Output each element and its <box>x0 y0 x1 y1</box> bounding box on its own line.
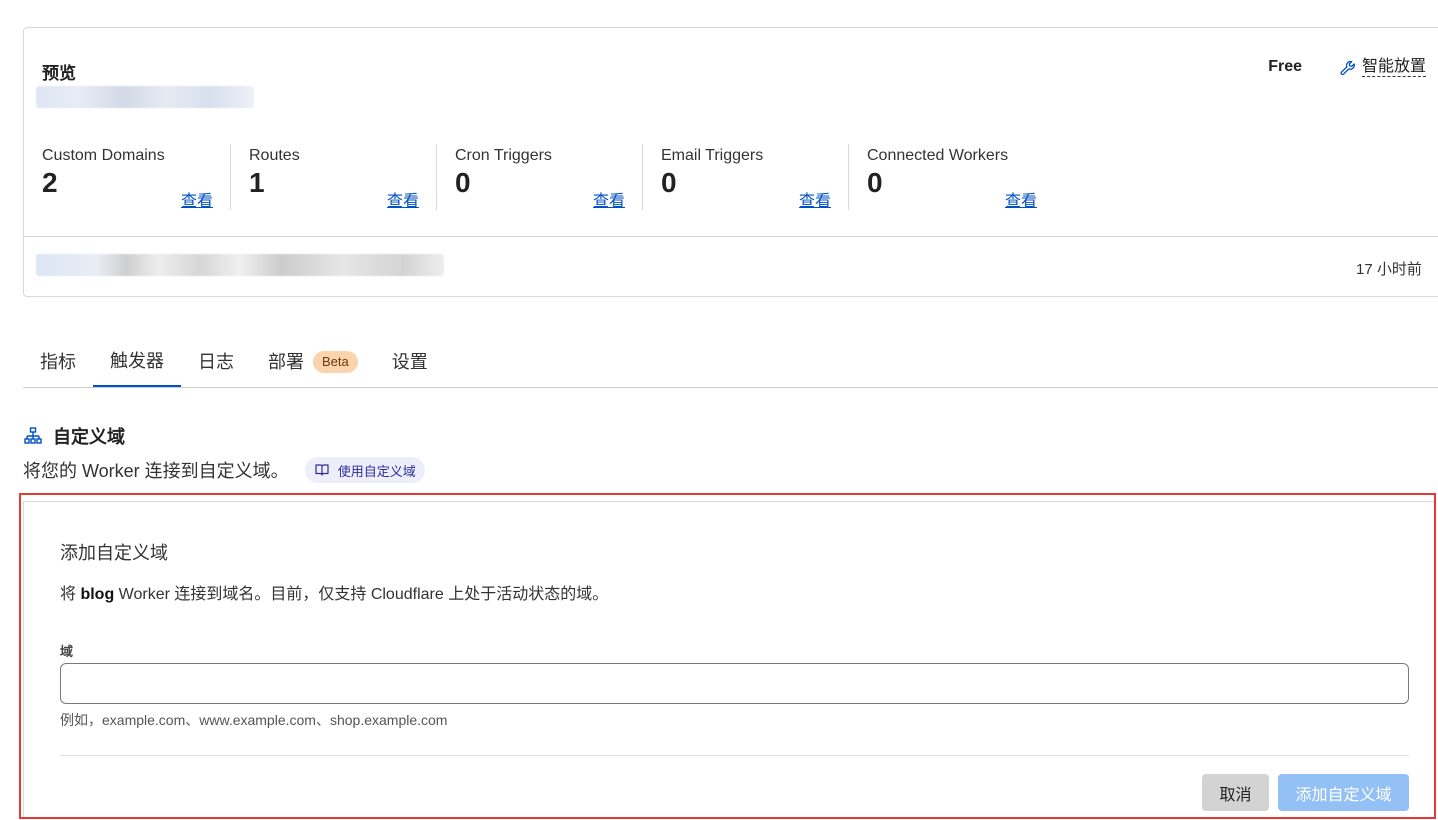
tab-label: 日志 <box>198 351 234 372</box>
view-cron-triggers-link[interactable]: 查看 <box>593 187 625 211</box>
metric-label: Routes <box>249 147 300 164</box>
tab-label: 部署 <box>268 351 304 372</box>
smart-placement-link[interactable]: 智能放置 <box>1340 58 1427 77</box>
smart-placement-label: 智能放置 <box>1362 58 1427 77</box>
deployment-info-redacted <box>36 254 444 276</box>
metric-email-triggers: Email Triggers 0 查看 <box>642 144 848 210</box>
worker-url-redacted <box>36 86 254 108</box>
tab-label: 设置 <box>391 351 428 372</box>
preview-divider <box>24 236 1438 237</box>
metric-label: Custom Domains <box>42 147 165 164</box>
sitemap-icon <box>24 427 42 444</box>
preview-card: 预览 Free 智能放置 Custom Domains 2 查看 Routes … <box>23 27 1438 297</box>
beta-badge: Beta <box>313 350 358 373</box>
metric-label: Cron Triggers <box>455 147 552 164</box>
preview-title: 预览 <box>42 64 76 83</box>
tab-logs[interactable]: 日志 <box>181 336 251 387</box>
section-description: 将您的 Worker 连接到自定义域。 使用自定义域 <box>23 457 425 483</box>
worker-tabs: 指标 触发器 日志 部署 Beta 设置 <box>23 336 1438 388</box>
section-description-text: 将您的 Worker 连接到自定义域。 <box>23 461 289 481</box>
metric-label: Connected Workers <box>867 147 1009 164</box>
tab-deployments[interactable]: 部署 Beta <box>251 336 375 387</box>
metric-label: Email Triggers <box>661 147 764 164</box>
view-routes-link[interactable]: 查看 <box>387 187 419 211</box>
wrench-icon <box>1340 60 1355 75</box>
tab-metrics[interactable]: 指标 <box>23 336 93 387</box>
tab-triggers[interactable]: 触发器 <box>93 336 181 387</box>
last-updated-time: 17 小时前 <box>1356 261 1422 278</box>
book-icon <box>315 464 329 476</box>
trigger-metrics: Custom Domains 2 查看 Routes 1 查看 Cron Tri… <box>24 144 1054 210</box>
tab-label: 指标 <box>40 351 76 372</box>
metric-cron-triggers: Cron Triggers 0 查看 <box>436 144 642 210</box>
metric-connected-workers: Connected Workers 0 查看 <box>848 144 1054 210</box>
view-email-triggers-link[interactable]: 查看 <box>799 187 831 211</box>
custom-domains-heading: 自定义域 <box>23 423 125 449</box>
section-title: 自定义域 <box>53 427 125 447</box>
tab-settings[interactable]: 设置 <box>375 336 445 387</box>
plan-label: Free <box>1268 58 1302 75</box>
docs-link[interactable]: 使用自定义域 <box>304 457 425 483</box>
view-connected-workers-link[interactable]: 查看 <box>1005 187 1037 211</box>
view-custom-domains-link[interactable]: 查看 <box>181 187 213 211</box>
docs-link-label: 使用自定义域 <box>337 463 416 479</box>
metric-routes: Routes 1 查看 <box>230 144 436 210</box>
annotation-highlight-box <box>19 493 1436 819</box>
metric-custom-domains: Custom Domains 2 查看 <box>24 144 230 210</box>
tab-label: 触发器 <box>110 350 164 371</box>
